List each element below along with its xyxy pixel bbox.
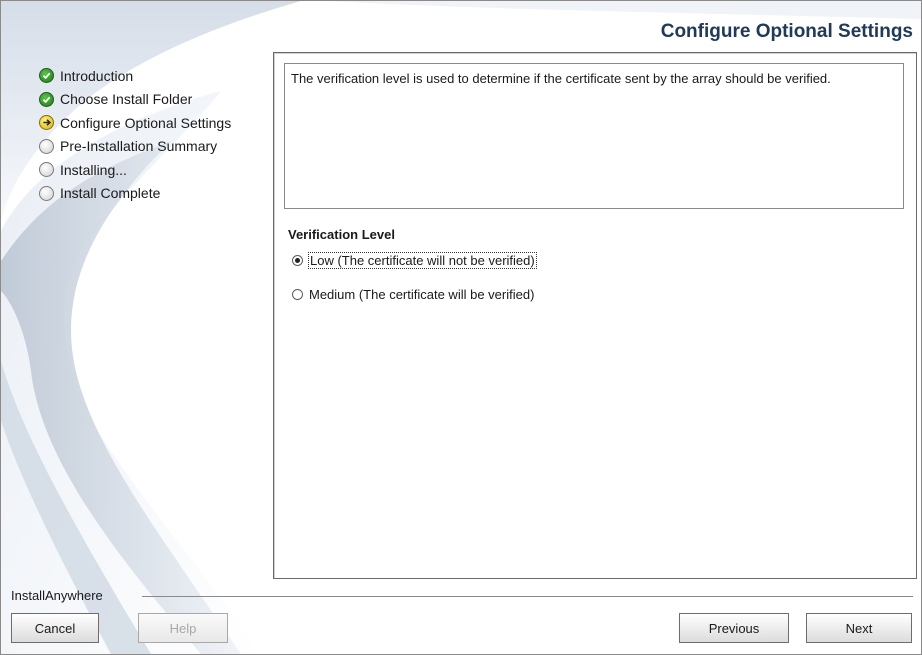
step-introduction: Introduction (39, 64, 231, 88)
next-button[interactable]: Next (806, 613, 912, 643)
arrow-icon (39, 115, 54, 131)
step-choose-install-folder: Choose Install Folder (39, 88, 231, 112)
step-label: Choose Install Folder (60, 91, 193, 108)
step-label: Install Complete (60, 185, 161, 202)
footer-divider (142, 596, 913, 597)
installer-window: Configure Optional Settings Introduction… (0, 0, 922, 655)
step-label: Installing... (60, 161, 127, 178)
page-title: Configure Optional Settings (660, 21, 913, 42)
description-text: The verification level is used to determ… (284, 63, 904, 209)
radio-button-unchecked[interactable] (292, 289, 303, 300)
content-panel: The verification level is used to determ… (273, 52, 917, 579)
step-label: Introduction (60, 67, 134, 84)
check-icon (39, 91, 54, 107)
step-installing: Installing... (39, 158, 231, 182)
step-label: Pre-Installation Summary (60, 138, 218, 155)
radio-button-checked[interactable] (292, 255, 303, 266)
step-install-complete: Install Complete (39, 182, 231, 206)
step-label: Configure Optional Settings (60, 114, 232, 131)
check-icon (39, 68, 54, 84)
step-pre-installation-summary: Pre-Installation Summary (39, 135, 231, 159)
circle-icon (39, 185, 54, 201)
radio-low[interactable]: Low (The certificate will not be verifie… (292, 252, 537, 269)
circle-icon (39, 138, 54, 154)
circle-icon (39, 162, 54, 178)
radio-medium-label[interactable]: Medium (The certificate will be verified… (309, 287, 534, 302)
previous-button[interactable]: Previous (679, 613, 789, 643)
radio-low-label[interactable]: Low (The certificate will not be verifie… (308, 252, 537, 269)
help-button[interactable]: Help (138, 613, 228, 643)
brand-label: InstallAnywhere (11, 588, 103, 603)
verification-level-label: Verification Level (288, 227, 395, 242)
step-configure-optional-settings: Configure Optional Settings (39, 111, 231, 135)
radio-medium[interactable]: Medium (The certificate will be verified… (292, 287, 534, 302)
step-list: Introduction Choose Install Folder Confi… (39, 64, 231, 205)
cancel-button[interactable]: Cancel (11, 613, 99, 643)
